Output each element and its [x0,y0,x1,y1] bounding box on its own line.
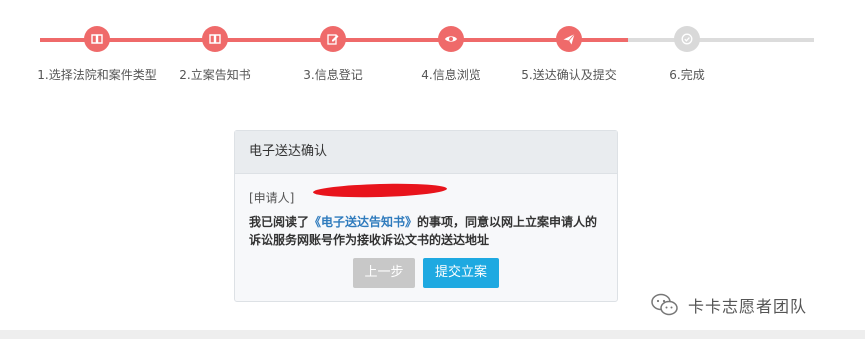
step-label: 6.完成 [669,68,705,82]
step-label: 3.信息登记 [303,68,363,82]
step-6: 6.完成 [627,26,747,83]
step-label: 2.立案告知书 [179,68,251,82]
eye-icon [438,26,464,52]
submit-case-button[interactable]: 提交立案 [423,258,499,288]
prev-step-button[interactable]: 上一步 [353,258,415,288]
step-label: 5.送达确认及提交 [521,68,617,82]
footer-strip [0,330,865,339]
step-label: 4.信息浏览 [421,68,481,82]
agreement-text: 我已阅读了《电子送达告知书》的事项，同意以网上立案申请人的诉讼服务网账号作为接收… [249,213,605,249]
progress-stepper: 1.选择法院和案件类型 2.立案告知书 3.信息登记 4.信息浏览 5.送达确认… [0,0,865,100]
check-icon [674,26,700,52]
applicant-prefix: [申请人] [249,191,295,205]
applicant-line: [申请人] [249,189,294,206]
watermark-text: 卡卡志愿者团队 [688,297,808,316]
notice-link[interactable]: 《电子送达告知书》 [309,215,417,229]
book-icon [84,26,110,52]
step-5: 5.送达确认及提交 [509,26,629,83]
watermark: 卡卡志愿者团队 [650,292,807,318]
step-3: 3.信息登记 [273,26,393,83]
panel-title: 电子送达确认 [235,131,617,174]
step-4: 4.信息浏览 [391,26,511,83]
wechat-icon [651,293,678,316]
redaction-mark [312,182,448,199]
button-row: 上一步 提交立案 [235,258,617,288]
send-icon [556,26,582,52]
step-1: 1.选择法院和案件类型 [37,26,157,83]
edit-icon [320,26,346,52]
step-label: 1.选择法院和案件类型 [37,68,157,82]
step-2: 2.立案告知书 [155,26,275,83]
delivery-confirmation-panel: 电子送达确认 [申请人] 我已阅读了《电子送达告知书》的事项，同意以网上立案申请… [234,130,618,302]
agreement-before: 我已阅读了 [249,215,310,229]
book-icon [202,26,228,52]
